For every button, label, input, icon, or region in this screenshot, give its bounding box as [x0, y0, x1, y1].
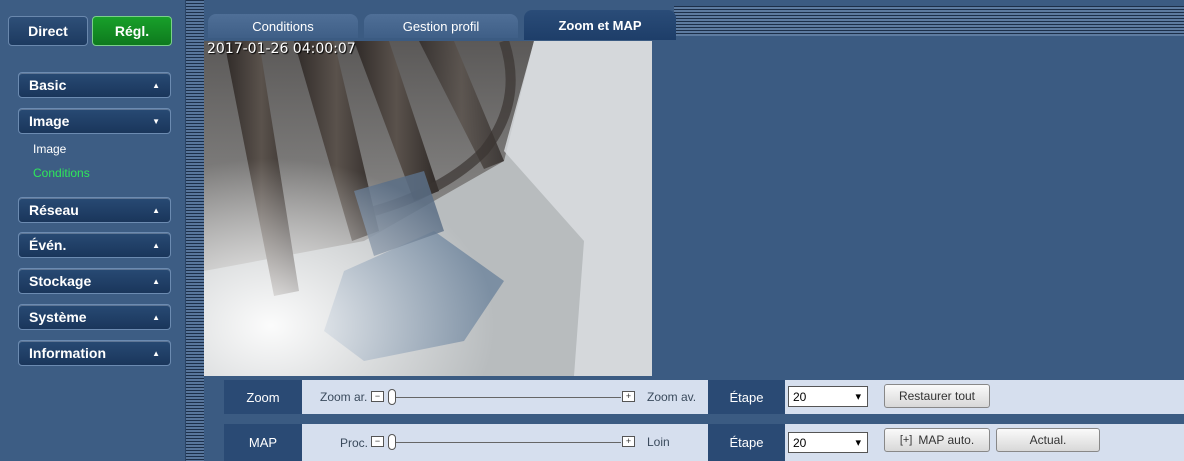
- chevron-down-icon: ▾: [855, 391, 861, 403]
- menu-network[interactable]: Réseau ▲: [18, 197, 171, 223]
- zoom-step-label: Étape: [708, 380, 785, 414]
- zoom-row: Zoom Zoom ar. − + Zoom av. Étape 20 ▾ Re…: [224, 380, 1184, 414]
- focus-slider-track[interactable]: [396, 442, 621, 443]
- focus-row: MAP Proc. − + Loin Étape 20 ▾ [+] MAP au…: [224, 424, 1184, 461]
- submenu-conditions[interactable]: Conditions: [33, 166, 90, 180]
- zoom-label: Zoom: [224, 380, 302, 414]
- focus-near-label: Proc.: [340, 436, 369, 450]
- tab-zoom-map[interactable]: Zoom et MAP: [524, 10, 676, 40]
- auto-focus-icon: [+]: [899, 434, 913, 446]
- settings-button[interactable]: Régl.: [92, 16, 172, 46]
- zoom-in-icon[interactable]: +: [622, 391, 635, 402]
- menu-events-label: Évén.: [29, 237, 67, 253]
- zoom-slider-track[interactable]: [396, 397, 621, 398]
- tab-conditions[interactable]: Conditions: [208, 14, 358, 38]
- auto-focus-button[interactable]: [+] MAP auto.: [884, 428, 990, 452]
- camera-image: [204, 41, 652, 376]
- submenu-image[interactable]: Image: [33, 142, 66, 156]
- menu-basic[interactable]: Basic ▲: [18, 72, 171, 98]
- sidebar: Direct Régl. Basic ▲ Image ▼ Image Condi…: [0, 0, 186, 461]
- menu-basic-label: Basic: [29, 77, 67, 93]
- zoom-step-value: 20: [793, 389, 807, 404]
- arrow-up-icon: ▲: [152, 206, 160, 215]
- focus-step-label: Étape: [708, 424, 785, 461]
- video-timestamp: 2017-01-26 04:00:07: [207, 41, 356, 57]
- arrow-up-icon: ▲: [152, 313, 160, 322]
- focus-far-icon[interactable]: +: [622, 436, 635, 447]
- menu-information[interactable]: Information ▲: [18, 340, 171, 366]
- menu-image[interactable]: Image ▼: [18, 108, 171, 134]
- menu-information-label: Information: [29, 345, 106, 361]
- focus-slider-thumb[interactable]: [388, 434, 396, 450]
- zoom-out-icon[interactable]: −: [371, 391, 384, 402]
- arrow-up-icon: ▲: [152, 81, 160, 90]
- menu-events[interactable]: Évén. ▲: [18, 232, 171, 258]
- arrow-down-icon: ▼: [152, 117, 160, 126]
- menu-storage-label: Stockage: [29, 273, 92, 289]
- zoom-out-label: Zoom ar.: [320, 390, 368, 404]
- menu-system-label: Système: [29, 309, 87, 325]
- restore-all-button[interactable]: Restaurer tout: [884, 384, 990, 408]
- camera-preview: 2017-01-26 04:00:07: [204, 41, 652, 376]
- sidebar-divider: [186, 0, 204, 461]
- focus-far-label: Loin: [647, 435, 670, 449]
- focus-step-select[interactable]: 20 ▾: [788, 432, 868, 453]
- zoom-in-label: Zoom av.: [647, 390, 697, 404]
- focus-label: MAP: [224, 424, 302, 461]
- menu-network-label: Réseau: [29, 202, 79, 218]
- menu-storage[interactable]: Stockage ▲: [18, 268, 171, 294]
- zoom-slider-thumb[interactable]: [388, 389, 396, 405]
- tab-bar: Conditions Gestion profil Zoom et MAP: [204, 0, 1184, 42]
- arrow-up-icon: ▲: [152, 349, 160, 358]
- refresh-button[interactable]: Actual.: [996, 428, 1100, 452]
- tab-profile-management[interactable]: Gestion profil: [364, 14, 518, 38]
- auto-focus-label: MAP auto.: [918, 433, 975, 447]
- menu-image-label: Image: [29, 113, 70, 129]
- arrow-up-icon: ▲: [152, 241, 160, 250]
- arrow-up-icon: ▲: [152, 277, 160, 286]
- zoom-step-select[interactable]: 20 ▾: [788, 386, 868, 407]
- menu-system[interactable]: Système ▲: [18, 304, 171, 330]
- chevron-down-icon: ▾: [855, 437, 861, 449]
- tab-bar-decoration: [674, 6, 1184, 36]
- focus-step-value: 20: [793, 435, 807, 450]
- focus-near-icon[interactable]: −: [371, 436, 384, 447]
- direct-button[interactable]: Direct: [8, 16, 88, 46]
